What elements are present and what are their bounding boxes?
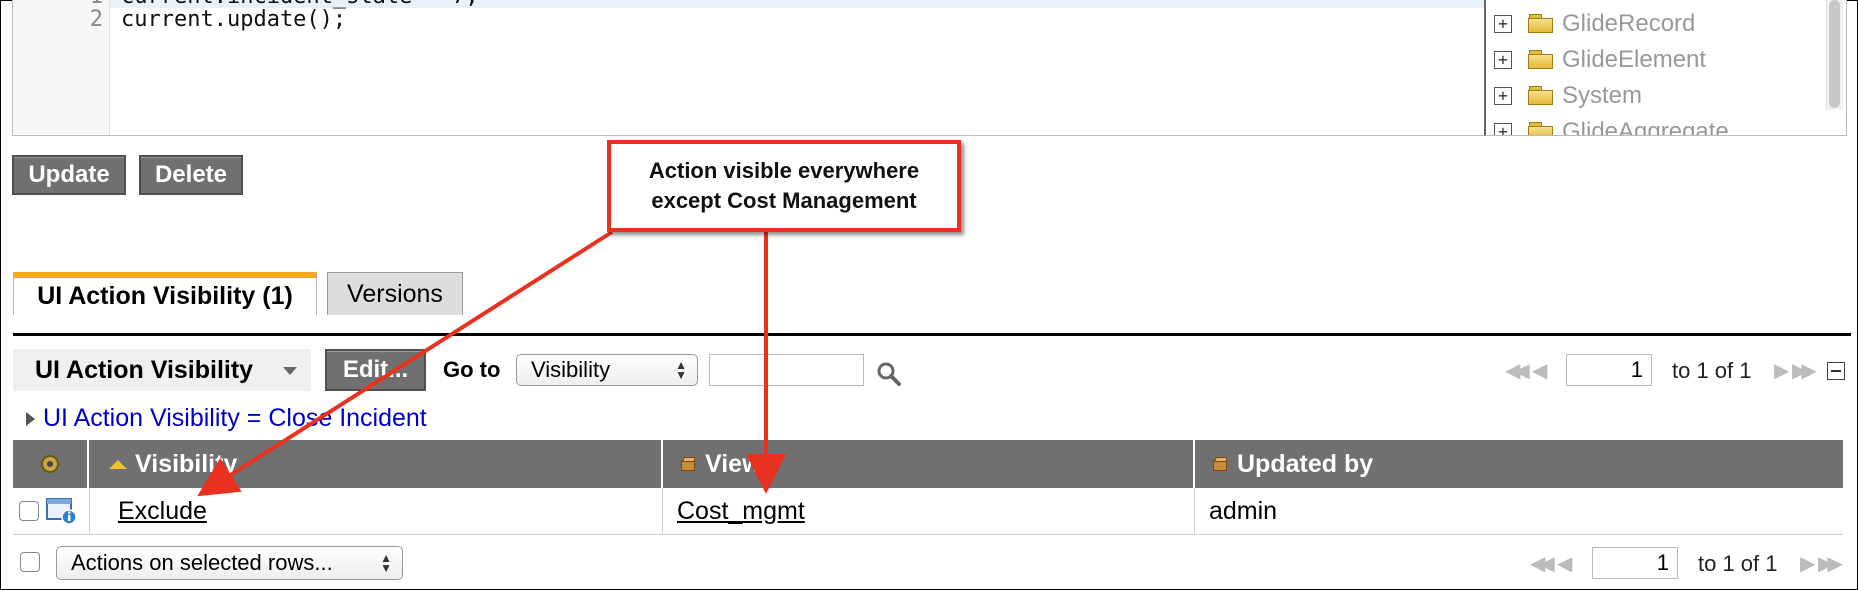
annotation-arrows (197, 230, 786, 497)
annotation-callout: Action visible everywhere except Cost Ma… (607, 140, 961, 232)
callout-line: except Cost Management (651, 188, 917, 213)
arrow-to-exclude (197, 230, 614, 497)
callout-line: Action visible everywhere (648, 158, 920, 183)
